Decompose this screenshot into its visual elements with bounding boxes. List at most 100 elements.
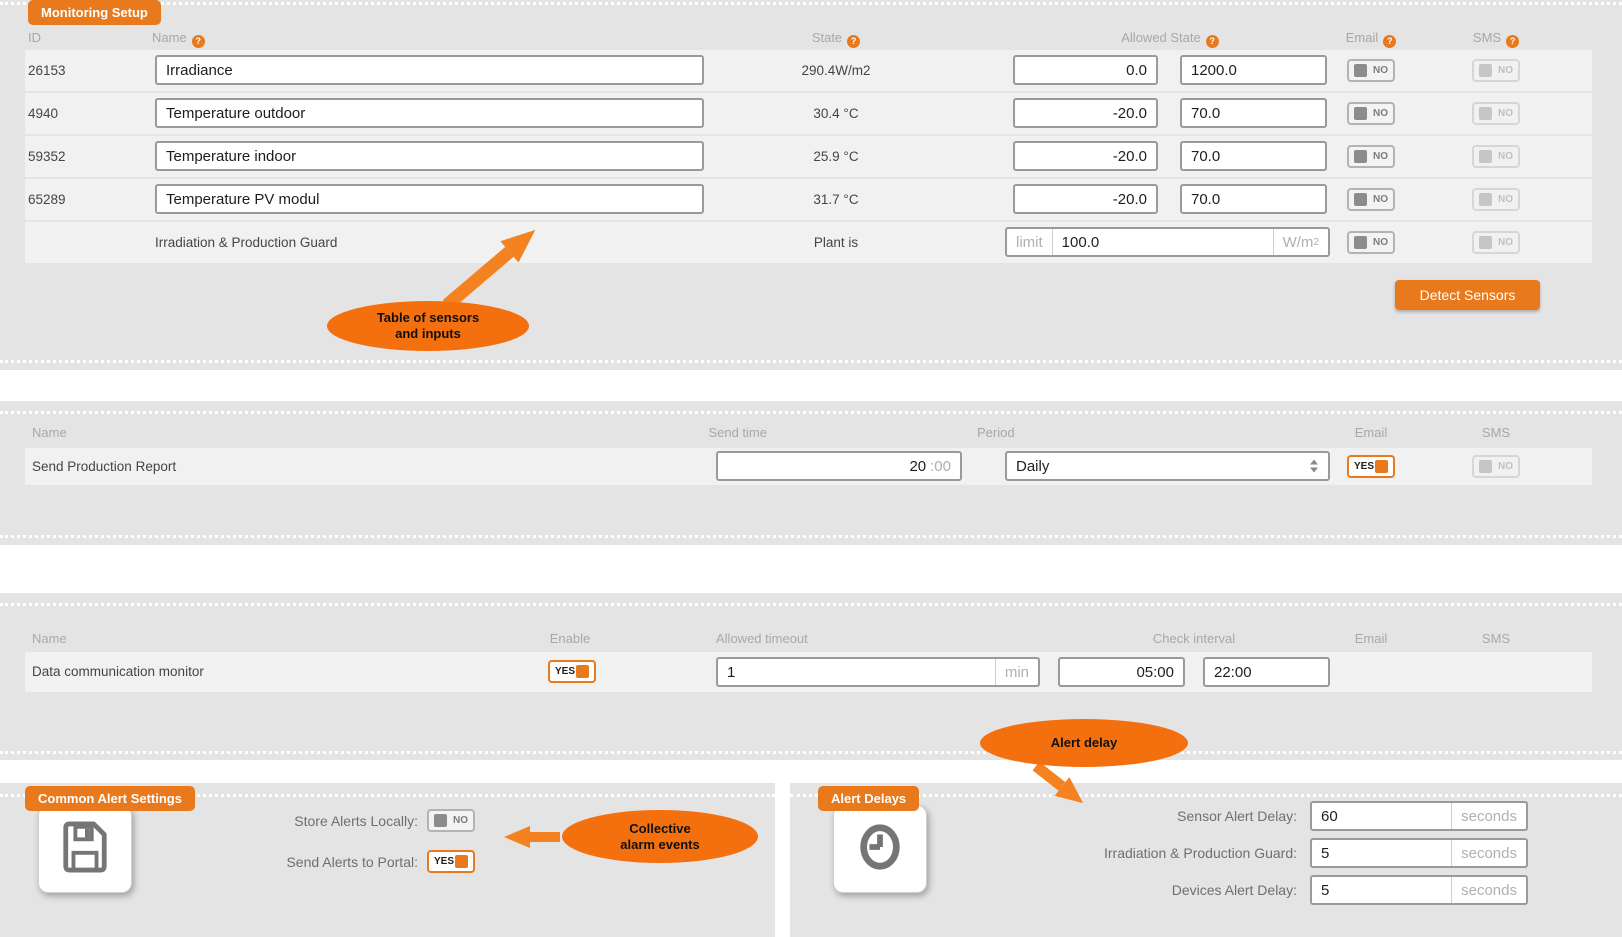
delay-value[interactable]: 5 [1312,882,1451,899]
column-header-state: State? [770,30,902,48]
table-row: Data communication monitor YES 1 min [25,652,1592,692]
help-icon[interactable]: ? [1506,35,1519,48]
table-row: 59352 25.9 °C NO NO [25,136,1592,177]
send-alerts-portal-toggle[interactable]: YES [427,850,475,873]
send-time-input[interactable]: 20 :00 [716,451,962,481]
sensor-id: 26153 [28,50,66,91]
allowed-max-input[interactable] [1180,98,1327,128]
toggle-knob [434,814,447,827]
allowed-timeout-input[interactable]: 1 min [716,657,1040,687]
toggle-knob [1354,107,1367,120]
email-toggle[interactable]: NO [1347,231,1395,254]
email-toggle[interactable]: NO [1347,145,1395,168]
toggle-label: NO [1498,65,1513,76]
report-section: Name Send time Period Email SMS Send Pro… [0,401,1622,545]
table-row: 4940 30.4 °C NO NO [25,93,1592,134]
column-header-name: Name? [152,30,205,48]
alert-delays-badge: Alert Delays [818,786,919,811]
sensor-name-input[interactable] [155,184,704,214]
help-icon[interactable]: ? [847,35,860,48]
delay-value[interactable]: 60 [1312,808,1451,825]
monitoring-section: ID Name? State? Allowed State? Email? SM… [0,0,1622,370]
toggle-knob [1479,193,1492,206]
column-header-email: Email [1323,631,1419,646]
sensor-id: 4940 [28,93,58,134]
column-header-id: ID [28,30,41,45]
allowed-max-input[interactable] [1180,184,1327,214]
interval-to-input[interactable] [1203,657,1330,687]
spinner-up-icon[interactable] [1310,460,1318,465]
sensor-state-value: 30.4 °C [770,93,902,134]
limit-unit: W/m2 [1273,229,1328,255]
column-header-email: Email? [1323,30,1419,48]
column-header-sms: SMS [1448,631,1544,646]
limit-value[interactable]: 100.0 [1053,234,1273,251]
sensor-alert-delay-input[interactable]: 60 seconds [1310,801,1528,831]
column-header-timeout: Allowed timeout [716,631,808,646]
toggle-knob [1354,64,1367,77]
sms-toggle: NO [1472,188,1520,211]
toggle-knob [1479,150,1492,163]
detect-sensors-button[interactable]: Detect Sensors [1395,280,1540,310]
toggle-label: NO [1498,108,1513,119]
spinner-icon[interactable] [1310,460,1318,473]
table-row: 26153 290.4W/m2 NO NO [25,50,1592,91]
help-icon[interactable]: ? [1383,35,1396,48]
section-divider [0,360,1622,363]
send-alerts-portal-label: Send Alerts to Portal: [158,851,418,873]
email-toggle[interactable]: YES [1347,455,1395,478]
sensor-id: 65289 [28,179,66,220]
toggle-label: NO [1373,65,1388,76]
sensor-state-value: 290.4W/m2 [770,50,902,91]
irradiation-guard-delay-input[interactable]: 5 seconds [1310,838,1528,868]
allowed-min-input[interactable] [1013,55,1158,85]
period-select[interactable]: Daily [1005,451,1330,481]
sensor-name-input[interactable] [155,141,704,171]
clock-card [833,805,927,893]
sms-toggle: NO [1472,455,1520,478]
sensor-name-input[interactable] [155,98,704,128]
devices-alert-delay-input[interactable]: 5 seconds [1310,875,1528,905]
column-header-enable: Enable [522,631,618,646]
allowed-min-input[interactable] [1013,141,1158,171]
enable-toggle[interactable]: YES [548,660,596,683]
sensor-state-value: 31.7 °C [770,179,902,220]
sensor-name-input[interactable] [155,55,704,85]
annotation-alert-delay: Alert delay [980,719,1188,767]
interval-from-input[interactable] [1058,657,1185,687]
email-toggle[interactable]: NO [1347,59,1395,82]
email-toggle[interactable]: NO [1347,188,1395,211]
toggle-knob [1354,193,1367,206]
column-header-interval: Check interval [1058,631,1330,646]
guard-name: Irradiation & Production Guard [155,222,337,263]
datacomm-section: Name Enable Allowed timeout Check interv… [0,593,1622,760]
section-divider [0,751,1622,754]
column-header-period: Period [977,425,1015,440]
delay-unit: seconds [1451,803,1526,829]
monitoring-setup-page: ID Name? State? Allowed State? Email? SM… [0,0,1622,937]
toggle-knob [1479,460,1492,473]
allowed-max-input[interactable] [1180,55,1327,85]
sensor-state-value: 25.9 °C [770,136,902,177]
toggle-knob [576,665,589,678]
sms-toggle: NO [1472,102,1520,125]
timeout-unit: min [995,659,1038,685]
toggle-knob [1479,64,1492,77]
allowed-max-input[interactable] [1180,141,1327,171]
toggle-label: YES [1354,461,1374,472]
help-icon[interactable]: ? [192,35,205,48]
store-alerts-toggle[interactable]: NO [427,809,475,832]
guard-limit-input[interactable]: limit 100.0 W/m2 [1005,227,1330,257]
send-time-value[interactable]: 20 [909,458,926,475]
email-toggle[interactable]: NO [1347,102,1395,125]
report-name: Send Production Report [32,448,176,485]
column-header-sms: SMS? [1448,30,1544,48]
help-icon[interactable]: ? [1206,35,1219,48]
allowed-min-input[interactable] [1013,98,1158,128]
column-header-email: Email [1323,425,1419,440]
spinner-down-icon[interactable] [1310,468,1318,473]
timeout-value[interactable]: 1 [718,664,995,681]
delay-value[interactable]: 5 [1312,845,1451,862]
toggle-knob [1375,460,1388,473]
allowed-min-input[interactable] [1013,184,1158,214]
